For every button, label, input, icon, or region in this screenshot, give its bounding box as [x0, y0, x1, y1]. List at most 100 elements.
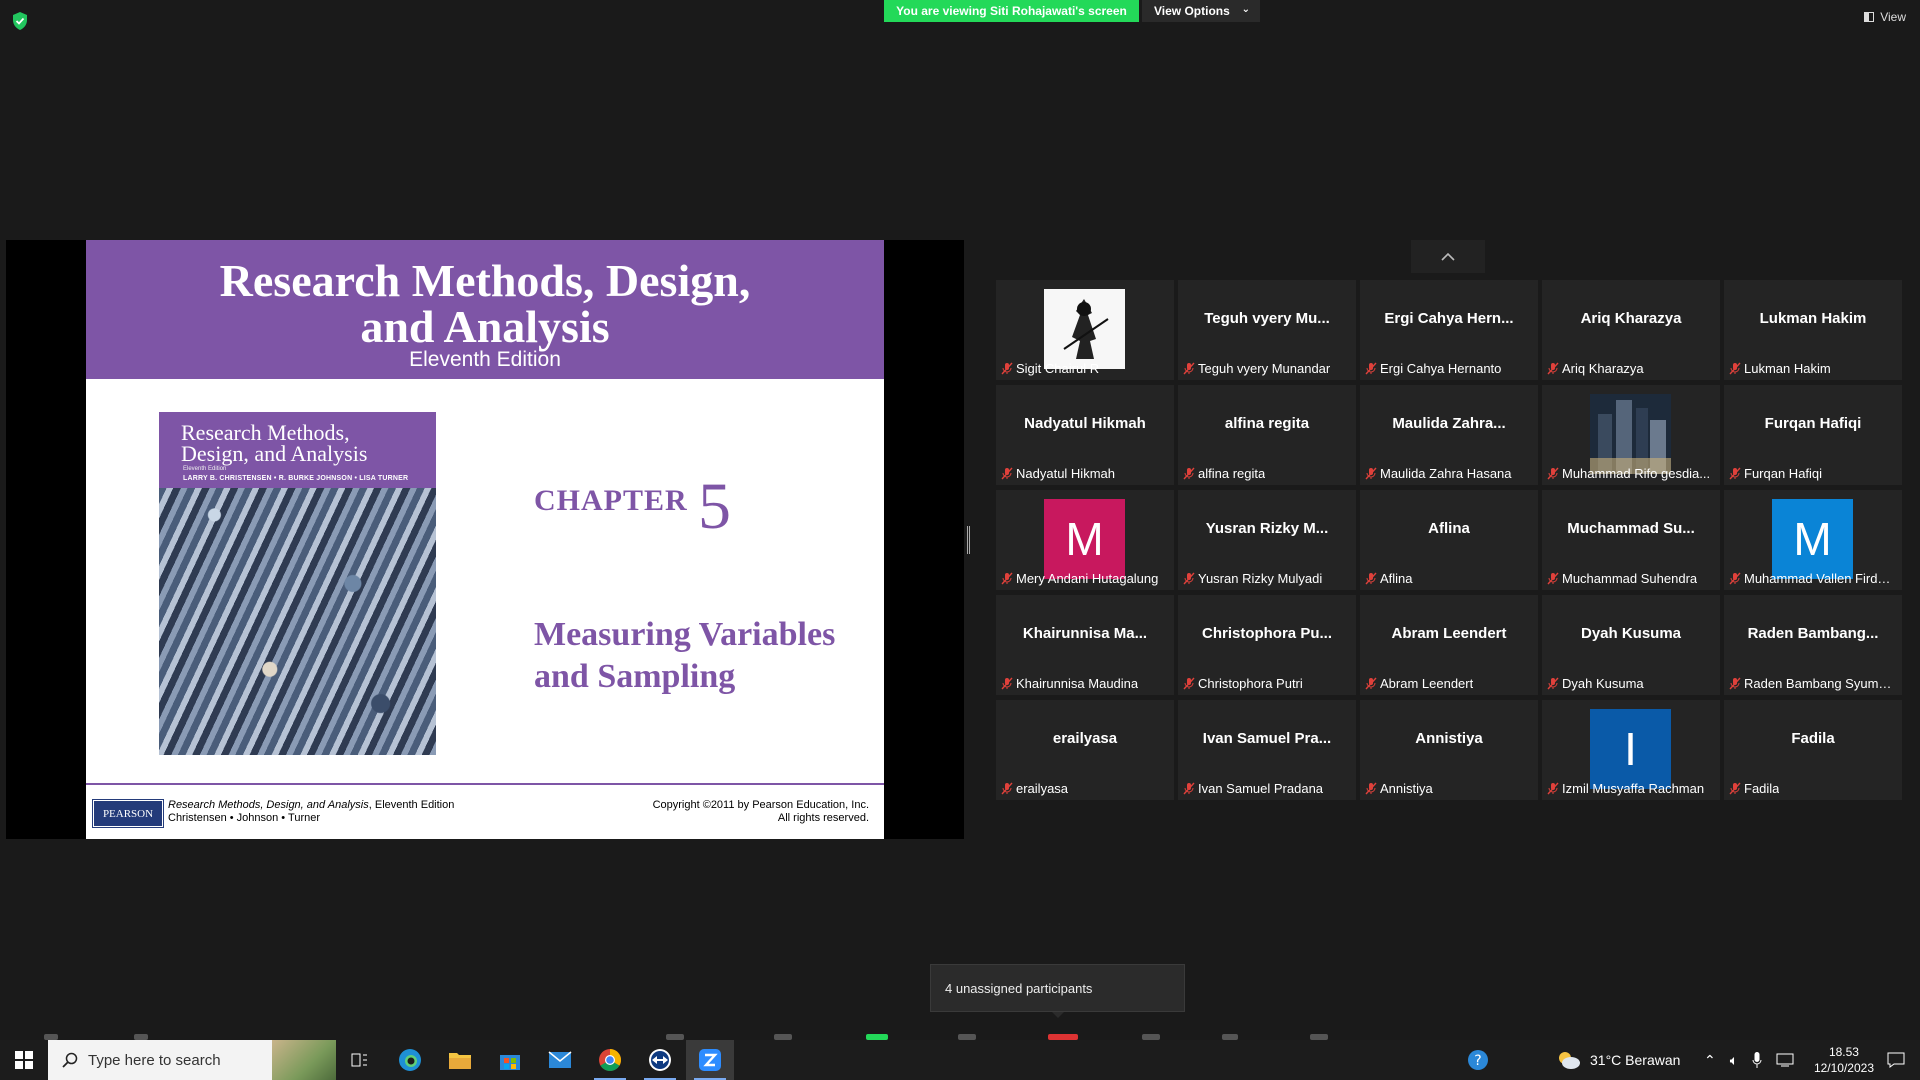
- rights-text: All rights reserved.: [777, 812, 869, 824]
- weather-widget[interactable]: 31°C Berawan: [1556, 1040, 1680, 1080]
- participant-tile[interactable]: Lukman Hakim Lukman Hakim: [1724, 280, 1902, 380]
- microphone-icon[interactable]: [1752, 1052, 1762, 1068]
- participant-name-label: Muhammad Rifo gesdia...: [1547, 465, 1710, 482]
- participant-tile[interactable]: Dyah Kusuma Dyah Kusuma: [1542, 595, 1720, 695]
- participant-tile[interactable]: Furqan Hafiqi Furqan Hafiqi: [1724, 385, 1902, 485]
- footer-book-edition: , Eleventh Edition: [368, 799, 455, 811]
- participant-name-label: Nadyatul Hikmah: [1001, 465, 1115, 482]
- participant-avatar: M: [1772, 499, 1853, 579]
- search-icon: [62, 1052, 78, 1068]
- weather-text: 31°C Berawan: [1590, 1052, 1681, 1068]
- participant-name: Muchammad Suhendra: [1562, 571, 1698, 586]
- participant-tile[interactable]: Abram Leendert Abram Leendert: [1360, 595, 1538, 695]
- cover-edition: Eleventh Edition: [183, 466, 227, 472]
- participant-tile[interactable]: Ergi Cahya Hern... Ergi Cahya Hernanto: [1360, 280, 1538, 380]
- participant-display-name: Khairunnisa Ma...: [1022, 625, 1148, 642]
- network-icon[interactable]: [1776, 1053, 1794, 1067]
- footer-book-title: Research Methods, Design, and Analysis: [168, 799, 369, 811]
- cover-authors: LARRY B. CHRISTENSEN • R. BURKE JOHNSON …: [183, 475, 409, 482]
- participant-tile[interactable]: Teguh vyery Mu... Teguh vyery Munandar: [1178, 280, 1356, 380]
- chapter-title-line1: Measuring Variables: [534, 616, 836, 653]
- participant-name: Annistiya: [1380, 781, 1433, 796]
- muted-mic-icon: [1365, 782, 1377, 795]
- participant-tile[interactable]: I Izmil Musyaffa Rachman: [1542, 700, 1720, 800]
- view-button[interactable]: View: [1864, 10, 1906, 24]
- participant-photo: [1590, 394, 1671, 474]
- participant-tile[interactable]: Annistiya Annistiya: [1360, 700, 1538, 800]
- toast-pointer: [1052, 1012, 1064, 1018]
- participant-tile[interactable]: Raden Bambang... Raden Bambang Syuma...: [1724, 595, 1902, 695]
- participant-name-label: Muchammad Suhendra: [1547, 570, 1697, 587]
- participant-tile[interactable]: M Muhammad Vallen Firda...: [1724, 490, 1902, 590]
- cover-title-line1: Research Methods,: [181, 420, 350, 445]
- participant-tile[interactable]: Ivan Samuel Pra... Ivan Samuel Pradana: [1178, 700, 1356, 800]
- tray-chevron-up-icon[interactable]: ⌃: [1704, 1052, 1716, 1069]
- cover-title: Research Methods, Design, and Analysis: [181, 420, 431, 465]
- participant-name: Dyah Kusuma: [1562, 676, 1644, 691]
- panel-resize-handle[interactable]: [967, 526, 970, 554]
- participant-tile[interactable]: Ariq Kharazya Ariq Kharazya: [1542, 280, 1720, 380]
- clock-time: 18.53: [1828, 1045, 1859, 1059]
- taskbar-clock[interactable]: 18.53 12/10/2023: [1814, 1044, 1874, 1076]
- edge-app[interactable]: [386, 1040, 434, 1080]
- taskbar-search-input[interactable]: Type here to search: [48, 1040, 336, 1080]
- task-view-button[interactable]: [336, 1040, 384, 1080]
- participant-name-label: Yusran Rizky Mulyadi: [1183, 570, 1322, 587]
- participant-tile[interactable]: M Mery Andani Hutagalung: [996, 490, 1174, 590]
- view-options-button[interactable]: View Options ⌄: [1142, 0, 1260, 22]
- zoom-app[interactable]: [686, 1040, 734, 1080]
- collapse-gallery-button[interactable]: [1411, 240, 1485, 273]
- file-explorer-app[interactable]: [436, 1040, 484, 1080]
- folder-icon: [449, 1053, 471, 1069]
- participant-tile[interactable]: alfina regita alfina regita: [1178, 385, 1356, 485]
- participant-name: Ariq Kharazya: [1562, 361, 1644, 376]
- participant-tile[interactable]: Nadyatul Hikmah Nadyatul Hikmah: [996, 385, 1174, 485]
- chapter-title-line2: and Sampling: [534, 658, 736, 695]
- participant-display-name: Nadyatul Hikmah: [1024, 415, 1146, 432]
- start-button[interactable]: [0, 1040, 48, 1080]
- participant-tile[interactable]: Fadila Fadila: [1724, 700, 1902, 800]
- chevron-up-icon: [1441, 252, 1455, 261]
- participant-tile[interactable]: erailyasa erailyasa: [996, 700, 1174, 800]
- participant-tile[interactable]: Maulida Zahra... Maulida Zahra Hasana: [1360, 385, 1538, 485]
- participant-tile[interactable]: Christophora Pu... Christophora Putri: [1178, 595, 1356, 695]
- slide-title: Research Methods, Design, and Analysis: [86, 258, 884, 350]
- notification-center-button[interactable]: [1876, 1040, 1916, 1080]
- footer-citation: Research Methods, Design, and Analysis, …: [168, 799, 454, 825]
- shield-icon[interactable]: [12, 12, 28, 30]
- shared-screen[interactable]: Research Methods, Design, and Analysis E…: [6, 240, 964, 839]
- mail-app[interactable]: [536, 1040, 584, 1080]
- teamviewer-icon: [649, 1049, 671, 1071]
- participant-display-name: alfina regita: [1224, 415, 1310, 432]
- participant-name-label: Mery Andani Hutagalung: [1001, 570, 1158, 587]
- teamviewer-app[interactable]: [636, 1040, 684, 1080]
- participant-name: Mery Andani Hutagalung: [1016, 571, 1159, 586]
- chrome-app[interactable]: [586, 1040, 634, 1080]
- muted-mic-icon: [1183, 782, 1195, 795]
- participant-tile[interactable]: Muhammad Rifo gesdia...: [1542, 385, 1720, 485]
- participant-tile[interactable]: Aflina Aflina: [1360, 490, 1538, 590]
- muted-mic-icon: [1183, 677, 1195, 690]
- chrome-icon: [599, 1049, 621, 1071]
- participant-name-label: Fadila: [1729, 780, 1779, 797]
- participant-name-label: Maulida Zahra Hasana: [1365, 465, 1512, 482]
- svg-text:?: ?: [1474, 1053, 1481, 1069]
- search-highlight-image: [272, 1040, 336, 1080]
- store-app[interactable]: [486, 1040, 534, 1080]
- slide-edition: Eleventh Edition: [409, 348, 561, 371]
- muted-mic-icon: [1547, 362, 1559, 375]
- zoom-icon: [699, 1049, 721, 1071]
- participant-tile[interactable]: Sigit Chairul R: [996, 280, 1174, 380]
- unassigned-participants-toast[interactable]: 4 unassigned participants: [930, 964, 1185, 1012]
- participant-tile[interactable]: Yusran Rizky M... Yusran Rizky Mulyadi: [1178, 490, 1356, 590]
- participant-display-name: Abram Leendert: [1391, 625, 1507, 642]
- chevron-down-icon: ⌄: [1241, 4, 1250, 15]
- participant-tile[interactable]: Muchammad Su... Muchammad Suhendra: [1542, 490, 1720, 590]
- participant-name-label: Teguh vyery Munandar: [1183, 360, 1330, 377]
- muted-mic-icon: [1001, 572, 1013, 585]
- help-app[interactable]: ?: [1454, 1040, 1502, 1080]
- participant-tile[interactable]: Khairunnisa Ma... Khairunnisa Maudina: [996, 595, 1174, 695]
- slide-title-line1: Research Methods, Design,: [219, 255, 751, 306]
- participant-name: Muhammad Vallen Firda...: [1744, 571, 1894, 586]
- speaker-icon[interactable]: 🔈︎: [1730, 1052, 1738, 1069]
